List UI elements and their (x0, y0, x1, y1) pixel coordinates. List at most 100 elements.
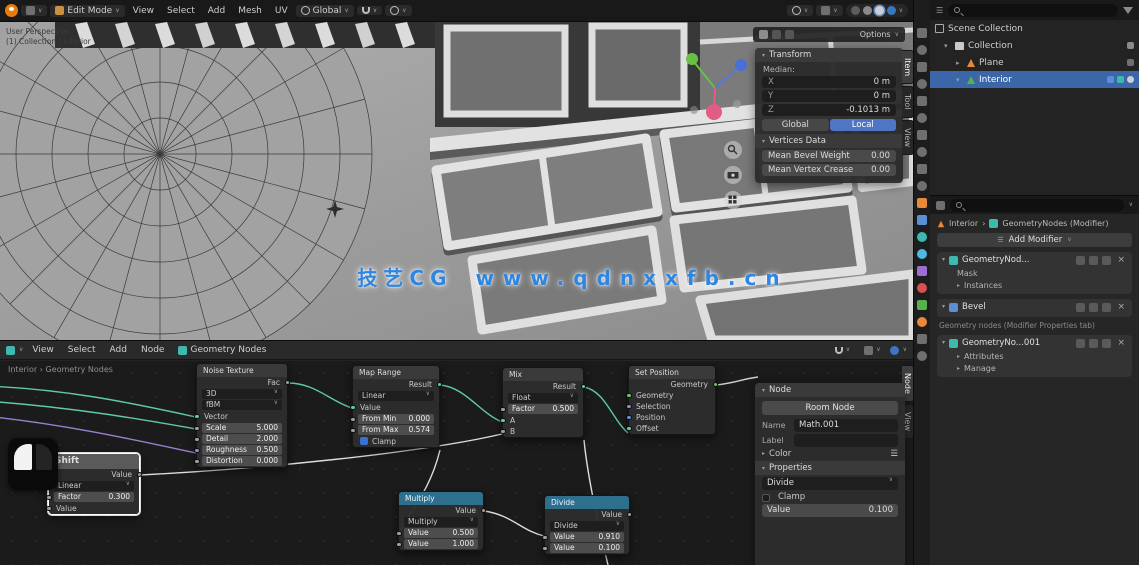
tab-constraints-icon[interactable] (917, 266, 927, 276)
tab-texture-icon[interactable] (917, 317, 927, 327)
tab-world-icon[interactable] (917, 181, 927, 191)
snapping-button[interactable]: ∨ (356, 6, 383, 15)
operation-menu[interactable]: Multiply ∨ (404, 517, 478, 527)
edit-mode-toggle-icon[interactable] (1076, 302, 1086, 312)
input-socket[interactable] (626, 392, 632, 398)
math-divide-node[interactable]: Divide Value Divide ∨ Value 0.910 Value 0.1… (542, 495, 632, 555)
ne-menu-select[interactable]: Select (63, 345, 101, 355)
outliner-row-scene-collection[interactable]: Scene Collection (930, 20, 1139, 37)
hide-viewport-icon[interactable] (1127, 59, 1134, 66)
tab-tool[interactable]: Tool (902, 86, 913, 118)
ne-menu-view[interactable]: View (27, 345, 58, 355)
tab-misc2-icon[interactable] (917, 351, 927, 361)
tab-particles-icon[interactable] (917, 232, 927, 242)
from-min-slider[interactable]: From Min 0.000 (350, 414, 434, 424)
location-y-field[interactable]: Y 0 m (762, 90, 896, 102)
render-toggle-icon[interactable] (1102, 255, 1112, 265)
ne-overlays-button[interactable]: ∨ (859, 344, 886, 356)
outliner-row-plane[interactable]: ▸ Plane (930, 54, 1139, 71)
rendered-shading-icon[interactable] (886, 6, 896, 15)
node-title[interactable]: Noise Texture (197, 364, 287, 377)
ne-menu-node[interactable]: Node (136, 345, 170, 355)
node-title[interactable]: Mix (503, 368, 583, 381)
modifier-subrow[interactable]: ▸ Instances (937, 280, 1132, 292)
tab-object-data-icon[interactable] (917, 300, 927, 310)
node-title[interactable]: Multiply (399, 492, 483, 505)
shift-node[interactable]: Shift Value Linear ∨ Factor 0.300 Value (46, 453, 142, 515)
material-preview-icon[interactable] (874, 6, 884, 15)
input-socket[interactable] (396, 530, 402, 536)
active-node-button[interactable]: Room Node (762, 401, 898, 415)
detail-slider[interactable]: Detail 2.000 (194, 434, 282, 444)
realtime-toggle-icon[interactable] (1089, 338, 1099, 348)
modifier-subrow[interactable]: ▸ Attributes (937, 351, 1132, 363)
tab-item[interactable]: Item (902, 50, 913, 85)
collection-options-icon[interactable] (917, 62, 927, 72)
visibility-eye-icon[interactable] (1127, 76, 1134, 83)
caret-right-icon[interactable]: ▸ (956, 59, 963, 67)
modifier-subrow[interactable]: ▸ Manage (937, 363, 1132, 375)
input-socket[interactable] (350, 416, 356, 422)
local-button[interactable]: Local (829, 119, 896, 131)
location-z-field[interactable]: Z -0.1013 m (762, 104, 896, 116)
solid-shading-icon[interactable] (862, 6, 872, 15)
node-editor-icon[interactable] (6, 345, 15, 355)
node-title[interactable]: Set Position (629, 366, 715, 379)
mean-bevel-weight-slider[interactable]: Mean Bevel Weight 0.00 (762, 150, 896, 162)
modifier-header[interactable]: ▾ GeometryNo...001 × (937, 335, 1132, 351)
node-canvas[interactable]: Interior › Geometry Nodes Noise Texture … (0, 361, 913, 565)
breadcrumb-context[interactable]: GeometryNodes (Modifier) (1002, 219, 1108, 228)
output-socket[interactable] (436, 381, 442, 387)
caret-down-icon[interactable]: ▾ (944, 42, 951, 50)
clamp-row[interactable]: Clamp (762, 492, 898, 502)
noise-dimensions-menu[interactable]: 3D ∨ (202, 389, 282, 399)
vertices-data-header[interactable]: ▾ Vertices Data (755, 134, 903, 148)
ne-menu-add[interactable]: Add (105, 345, 132, 355)
noise-texture-node[interactable]: Noise Texture Fac 3D ∨ fBM ∨ Vector Scale 5… (194, 363, 290, 468)
tab-misc-icon[interactable] (917, 334, 927, 344)
outliner-filter-menu-icon[interactable]: ☰ (936, 6, 943, 15)
mix-type-menu[interactable]: Float ∨ (508, 393, 578, 403)
output-socket[interactable] (626, 511, 632, 517)
menu-select[interactable]: Select (162, 6, 200, 16)
overlays-button[interactable]: ∨ (816, 5, 843, 16)
output-socket[interactable] (712, 381, 718, 387)
render-toggle-icon[interactable] (1102, 338, 1112, 348)
blender-logo-icon[interactable] (5, 4, 18, 17)
tab-tool-icon[interactable] (917, 96, 927, 106)
input-socket[interactable] (542, 534, 548, 540)
output-socket[interactable] (284, 379, 290, 385)
properties-search-input[interactable] (950, 198, 1124, 212)
edit-mode-toggle-icon[interactable] (1076, 338, 1086, 348)
tab-object-icon[interactable] (917, 198, 927, 208)
display-options-icon[interactable] (917, 45, 927, 55)
input-socket[interactable] (626, 403, 632, 409)
global-button[interactable]: Global (762, 119, 829, 131)
editor-type-button[interactable]: ∨ (21, 5, 48, 16)
distortion-slider[interactable]: Distortion 0.000 (194, 456, 282, 466)
options-button[interactable]: Options (860, 30, 891, 39)
mean-vertex-crease-slider[interactable]: Mean Vertex Crease 0.00 (762, 164, 896, 176)
input-socket[interactable] (350, 404, 356, 410)
output-socket[interactable] (480, 507, 486, 513)
input-socket[interactable] (194, 413, 200, 419)
ne-context-sphere-icon[interactable] (889, 345, 899, 355)
face-select-icon[interactable] (785, 30, 794, 39)
edit-mode-toggle-icon[interactable] (1076, 255, 1086, 265)
map-range-node[interactable]: Map Range Result Linear ∨ Value From Min 0… (350, 365, 442, 448)
add-modifier-button[interactable]: ☰ Add Modifier ∨ (937, 233, 1132, 247)
tab-physics-icon[interactable] (917, 249, 927, 259)
input-socket[interactable] (500, 406, 506, 412)
scale-slider[interactable]: Scale 5.000 (194, 423, 282, 433)
menu-mesh[interactable]: Mesh (233, 6, 267, 16)
location-x-field[interactable]: X 0 m (762, 76, 896, 88)
menu-view[interactable]: View (128, 6, 159, 16)
mode-select[interactable]: Edit Mode ∨ (50, 4, 125, 17)
hide-viewport-icon[interactable] (1127, 42, 1134, 49)
input-socket[interactable] (194, 458, 200, 464)
clamp-checkbox[interactable] (762, 494, 770, 502)
input-socket[interactable] (500, 428, 506, 434)
edge-select-icon[interactable] (772, 30, 781, 39)
input-socket[interactable] (500, 417, 506, 423)
input-socket[interactable] (626, 425, 632, 431)
